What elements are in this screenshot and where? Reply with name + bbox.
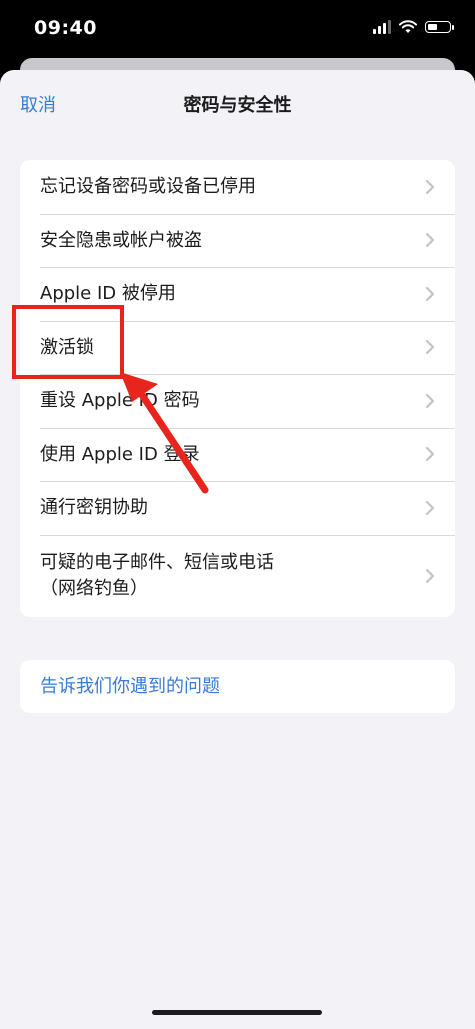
list-item-phishing[interactable]: 可疑的电子邮件、短信或电话 （网络钓鱼） (20, 534, 455, 617)
report-problem-link[interactable]: 告诉我们你遇到的问题 (20, 660, 455, 713)
list-item-label: Apple ID 被停用 (40, 283, 176, 305)
topic-list: 忘记设备密码或设备已停用 安全隐患或帐户被盗 Apple ID 被停用 激活锁 … (20, 160, 455, 617)
battery-icon (425, 21, 454, 33)
chevron-right-icon (425, 340, 435, 355)
list-item-label: 重设 Apple ID 密码 (40, 390, 200, 412)
status-time: 09:40 (34, 17, 97, 39)
chevron-right-icon (425, 233, 435, 248)
list-item-label: 安全隐患或帐户被盗 (40, 229, 202, 251)
list-item-forgot-passcode[interactable]: 忘记设备密码或设备已停用 (20, 160, 455, 214)
chevron-right-icon (425, 393, 435, 408)
list-item-passkey-help[interactable]: 通行密钥协助 (20, 481, 455, 535)
chevron-right-icon (425, 447, 435, 462)
nav-bar: 取消 密码与安全性 (0, 70, 475, 136)
report-group: 告诉我们你遇到的问题 (20, 660, 455, 713)
list-item-label: 激活锁 (40, 336, 94, 358)
chevron-right-icon (425, 568, 435, 583)
status-bar: 09:40 (0, 0, 475, 60)
list-item-security-issue[interactable]: 安全隐患或帐户被盗 (20, 213, 455, 268)
cellular-signal-icon (373, 20, 391, 34)
wifi-icon (399, 20, 417, 33)
status-icons (373, 20, 454, 34)
list-item-reset-password[interactable]: 重设 Apple ID 密码 (20, 374, 455, 428)
page-title: 密码与安全性 (183, 95, 292, 116)
modal-sheet: 取消 密码与安全性 忘记设备密码或设备已停用 安全隐患或帐户被盗 Apple I… (0, 70, 475, 1029)
list-item-activation-lock[interactable]: 激活锁 (20, 320, 455, 375)
list-item-label: 通行密钥协助 (40, 497, 148, 519)
list-item-sign-in[interactable]: 使用 Apple ID 登录 (20, 427, 455, 482)
report-problem-label: 告诉我们你遇到的问题 (40, 675, 220, 697)
list-item-label: 忘记设备密码或设备已停用 (40, 176, 256, 198)
list-item-label: 可疑的电子邮件、短信或电话 （网络钓鱼） (40, 552, 274, 599)
home-indicator[interactable] (152, 1010, 322, 1015)
chevron-right-icon (425, 286, 435, 301)
chevron-right-icon (425, 500, 435, 515)
list-item-label: 使用 Apple ID 登录 (40, 443, 200, 465)
list-item-apple-id-disabled[interactable]: Apple ID 被停用 (20, 267, 455, 321)
chevron-right-icon (425, 179, 435, 194)
